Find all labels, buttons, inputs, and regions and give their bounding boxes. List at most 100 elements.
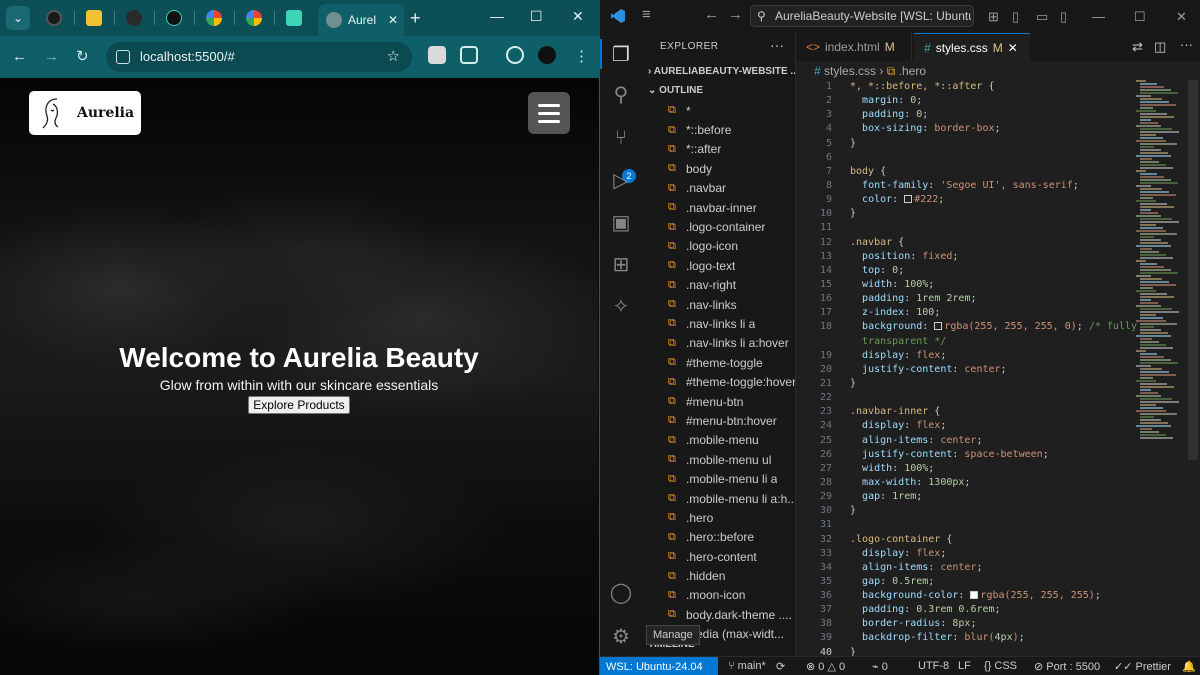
site-logo[interactable]: Aurelia — [29, 91, 141, 135]
hamburger-menu-button[interactable] — [528, 92, 570, 134]
outline-item[interactable]: ⧉ .hero::before — [642, 528, 795, 547]
layout-icon[interactable]: ⊞ — [988, 9, 999, 25]
outline-item[interactable]: ⧉ .nav-links li a:hover — [642, 334, 795, 353]
close-window-button[interactable]: ✕ — [572, 8, 584, 25]
code-content[interactable]: *, *::before, *::after { margin: 0; padd… — [850, 80, 1140, 660]
ports-status[interactable]: ⌁ 0 — [872, 660, 888, 673]
tab-search-icon[interactable]: ⌄ — [6, 6, 30, 30]
breadcrumb-file[interactable]: styles.css — [824, 64, 876, 78]
back-arrow-icon[interactable]: ← — [704, 6, 719, 23]
outline-item[interactable]: ⧉ .navbar-inner — [642, 198, 795, 217]
compare-changes-icon[interactable]: ⇄ — [1132, 39, 1143, 55]
close-window-button[interactable]: ✕ — [1176, 9, 1187, 25]
folder-section[interactable]: › AURELIABEAUTY-WEBSITE ... — [648, 66, 795, 77]
split-editor-icon[interactable]: ◫ — [1154, 39, 1166, 55]
outline-item[interactable]: ⧉ #theme-toggle:hover — [642, 372, 795, 391]
more-actions-icon[interactable]: ··· — [1180, 37, 1193, 52]
browser-tab-2[interactable] — [76, 4, 112, 32]
outline-item[interactable]: ⧉ .nav-links — [642, 295, 795, 314]
sync-icon[interactable] — [506, 46, 524, 64]
code-editor[interactable]: 1 2 3 4 5 6 7 8 9 10 11 12 13 14 15 16 17 18 19 20 21 22 23 24 2… — [796, 80, 1200, 658]
browser-menu-icon[interactable]: ⋮ — [574, 47, 589, 67]
browser-tab-6[interactable] — [236, 4, 272, 32]
browser-tab-5[interactable] — [196, 4, 232, 32]
tab-styles-css[interactable]: # styles.css M ✕ — [914, 33, 1030, 61]
outline-item[interactable]: ⧉ .logo-container — [642, 217, 795, 236]
site-info-icon[interactable] — [116, 50, 130, 64]
forward-button[interactable]: → — [44, 47, 59, 67]
outline-item[interactable]: ⧉ .hero — [642, 508, 795, 527]
language-status[interactable]: {} CSS — [984, 660, 1017, 672]
breadcrumb-symbol[interactable]: .hero — [899, 64, 926, 78]
extension-icon[interactable] — [428, 46, 446, 64]
toggle-secondary-sidebar-icon[interactable]: ▯ — [1060, 9, 1067, 25]
back-button[interactable]: ← — [12, 47, 27, 67]
close-tab-icon[interactable]: ✕ — [388, 13, 398, 27]
command-center-search[interactable]: ⚲ AureliaBeauty-Website [WSL: Ubuntu-24.… — [750, 5, 974, 27]
outline-item[interactable]: ⧉ *::after — [642, 140, 795, 159]
color-swatch[interactable] — [934, 322, 943, 331]
branch-status[interactable]: ⑂ main* — [728, 660, 766, 672]
outline-item[interactable]: ⧉ .nav-right — [642, 276, 795, 295]
extensions-puzzle-icon[interactable] — [460, 46, 478, 64]
outline-item[interactable]: ⧉ body — [642, 159, 795, 178]
toggle-sidebar-icon[interactable]: ▯ — [1012, 9, 1019, 25]
outline-item[interactable]: ⧉ body.dark-theme .... — [642, 605, 795, 624]
minimize-button[interactable]: — — [1092, 9, 1105, 24]
browser-tab-1[interactable] — [36, 4, 72, 32]
explorer-files-icon[interactable]: ❐ — [608, 41, 634, 67]
outline-item[interactable]: ⧉ .mobile-menu ul — [642, 450, 795, 469]
browser-tab-7[interactable] — [276, 4, 312, 32]
reload-button[interactable]: ↻ — [76, 47, 89, 67]
source-control-icon[interactable]: ⑂ — [608, 125, 634, 151]
close-tab-icon[interactable]: ✕ — [1008, 41, 1018, 55]
more-actions-icon[interactable]: ··· — [770, 37, 784, 53]
extensions-icon[interactable]: ⊞ — [608, 251, 634, 277]
outline-item[interactable]: ⧉ .logo-icon — [642, 237, 795, 256]
color-swatch[interactable] — [970, 591, 979, 600]
maximize-button[interactable]: ☐ — [1134, 9, 1146, 25]
outline-item[interactable]: ⧉ *::before — [642, 120, 795, 139]
sync-icon[interactable]: ⟳ — [776, 660, 785, 673]
browser-tab-active[interactable]: Aurel ✕ — [318, 4, 404, 36]
maximize-button[interactable]: ☐ — [530, 8, 543, 25]
outline-item[interactable]: ⧉ #theme-toggle — [642, 353, 795, 372]
menu-icon[interactable]: ≡ — [642, 6, 651, 23]
outline-item[interactable]: ⧉ .nav-links li a — [642, 314, 795, 333]
explore-products-button[interactable]: Explore Products — [248, 396, 350, 414]
outline-item[interactable]: ⧉ .hidden — [642, 566, 795, 585]
url-text[interactable]: localhost:5500/# — [140, 49, 235, 64]
outline-item[interactable]: ⧉ .hero-content — [642, 547, 795, 566]
outline-section[interactable]: ⌄ OUTLINE — [648, 85, 703, 96]
minimize-button[interactable]: — — [490, 8, 504, 24]
gear-icon[interactable]: ⚙ — [608, 623, 634, 649]
encoding-status[interactable]: UTF-8 — [918, 660, 949, 672]
outline-item[interactable]: ⧉ #menu-btn:hover — [642, 411, 795, 430]
outline-item[interactable]: ⧉ .mobile-menu li a:h... — [642, 489, 795, 508]
new-tab-button[interactable]: + — [410, 8, 421, 28]
tab-index-html[interactable]: <> index.html M — [796, 33, 912, 61]
search-icon[interactable]: ⚲ — [608, 81, 634, 107]
live-server-port[interactable]: ⊘ Port : 5500 — [1034, 660, 1100, 673]
outline-item[interactable]: ⧉ .mobile-menu li a — [642, 469, 795, 488]
outline-item[interactable]: ⧉ .moon-icon — [642, 586, 795, 605]
remote-indicator[interactable]: WSL: Ubuntu-24.04 — [600, 657, 718, 675]
remote-explorer-icon[interactable]: ▣ — [608, 209, 634, 235]
color-swatch[interactable] — [904, 195, 913, 204]
toggle-panel-icon[interactable]: ▭ — [1036, 9, 1048, 25]
outline-item[interactable]: ⧉ .logo-text — [642, 256, 795, 275]
minimap[interactable] — [1136, 80, 1186, 656]
outline-item[interactable]: ⧉ #menu-btn — [642, 392, 795, 411]
accounts-icon[interactable]: ◯ — [608, 579, 634, 605]
address-bar[interactable]: localhost:5500/# ☆ — [106, 42, 412, 72]
browser-tab-3[interactable] — [116, 4, 152, 32]
forward-arrow-icon[interactable]: → — [728, 6, 743, 23]
run-debug-icon[interactable]: ▷ — [608, 167, 634, 193]
outline-item[interactable]: ⧉ .mobile-menu — [642, 431, 795, 450]
outline-item[interactable]: ⧉ .navbar — [642, 179, 795, 198]
chat-icon[interactable]: ✧ — [608, 293, 634, 319]
problems-status[interactable]: ⊗ 0 △ 0 — [806, 660, 845, 673]
prettier-status[interactable]: ✓✓ Prettier — [1114, 660, 1171, 673]
outline-item[interactable]: ⧉ * — [642, 101, 795, 120]
eol-status[interactable]: LF — [958, 660, 971, 672]
